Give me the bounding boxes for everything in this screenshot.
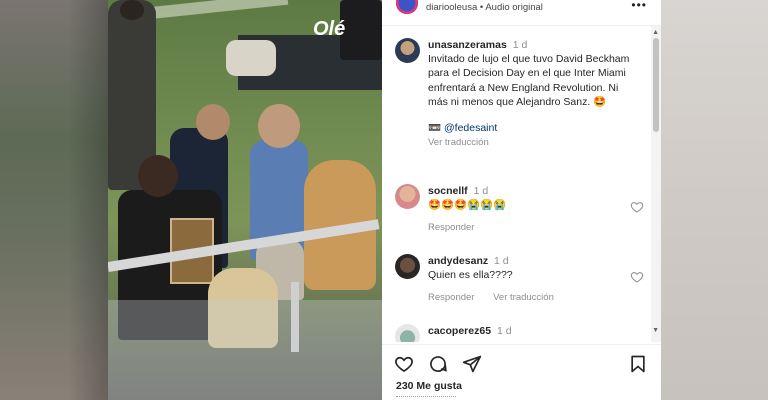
video-player[interactable]: Olé	[108, 0, 382, 400]
meta-separator: •	[479, 2, 484, 13]
share-icon[interactable]	[462, 354, 482, 374]
comment-username[interactable]: andydesanz	[428, 255, 488, 267]
comment-time: 1 d	[473, 185, 489, 197]
see-translation-link[interactable]: Ver traducción	[493, 292, 554, 303]
heart-icon[interactable]	[630, 200, 644, 214]
comments-scrollbar[interactable]	[651, 26, 661, 342]
man-in-black-jacket-head	[138, 155, 178, 197]
heart-icon[interactable]	[394, 354, 414, 374]
author-username[interactable]: diariooleusa	[426, 2, 477, 13]
blurred-backdrop-left	[0, 0, 108, 400]
comment-icon[interactable]	[428, 354, 448, 374]
glass-barrier	[108, 300, 382, 400]
scroll-up-arrow-icon[interactable]: ▲	[652, 29, 659, 36]
scroll-down-arrow-icon[interactable]: ▼	[652, 327, 659, 334]
commenter-avatar[interactable]	[395, 184, 420, 209]
heart-icon[interactable]	[630, 270, 644, 284]
watermark-logo: Olé	[313, 18, 346, 40]
likes-count[interactable]: 230 Me gusta	[396, 380, 462, 392]
comment-text: Invitado de lujo el que tuvo David Beckh…	[428, 53, 630, 108]
comment-username[interactable]: cacoperez65	[428, 325, 491, 337]
bookmark-icon[interactable]	[628, 354, 648, 374]
post-action-bar	[382, 344, 661, 376]
man-in-suit-head	[196, 104, 230, 140]
comment-username[interactable]: unasanzeramas	[428, 39, 507, 51]
post-header: diariooleusa • Audio original •••	[382, 0, 661, 26]
audio-label[interactable]: Audio original	[485, 2, 543, 13]
comment-time: 1 d	[494, 255, 509, 267]
comment-time: 1 d	[512, 39, 528, 51]
author-avatar[interactable]	[394, 0, 420, 16]
scrollbar-thumb[interactable]	[653, 38, 659, 132]
commenter-avatar[interactable]	[395, 254, 420, 279]
tv-camera	[340, 0, 382, 60]
comments-list: unasanzeramas 1 d Invitado de lujo el qu…	[382, 26, 661, 342]
post-meta: diariooleusa • Audio original	[426, 2, 543, 13]
mention-link[interactable]: 📼 @fedesaint	[428, 121, 630, 135]
commenter-avatar[interactable]	[395, 324, 420, 342]
blurred-backdrop-right	[661, 0, 768, 400]
equipment-bag	[226, 40, 276, 76]
camera-icon: 📼	[428, 121, 442, 134]
field-line	[147, 0, 289, 20]
camera-operator-head	[120, 0, 144, 20]
reply-link[interactable]: Responder	[428, 222, 474, 233]
comment-text: 🤩🤩🤩😭😭😭	[428, 199, 507, 212]
commenter-avatar[interactable]	[395, 38, 420, 63]
see-translation-link[interactable]: Ver traducción	[428, 137, 489, 148]
more-horizontal-icon[interactable]: •••	[631, 0, 647, 12]
mention-text[interactable]: @fedesaint	[444, 122, 497, 134]
instagram-post-panel: diariooleusa • Audio original ••• unasan…	[382, 0, 661, 400]
comment-username[interactable]: socnellf	[428, 185, 468, 197]
comment-time: 1 d	[496, 325, 512, 337]
reply-link[interactable]: Responder	[428, 292, 474, 303]
comment-text: Quien es ella????	[428, 269, 513, 282]
clipped-content	[396, 396, 456, 400]
man-in-blue-shirt-head	[258, 104, 300, 148]
